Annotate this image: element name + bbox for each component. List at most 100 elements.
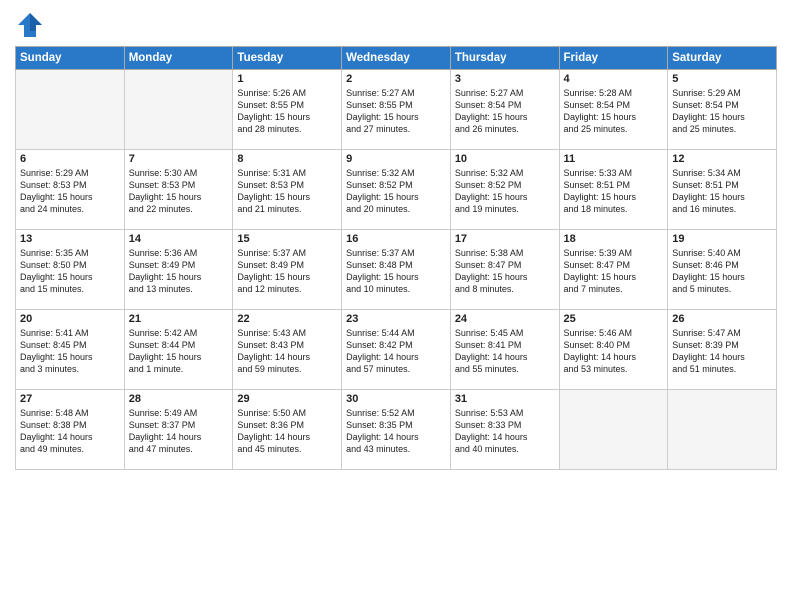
header-wednesday: Wednesday	[342, 47, 451, 70]
cell-info: Sunrise: 5:32 AM Sunset: 8:52 PM Dayligh…	[455, 167, 555, 216]
header-sunday: Sunday	[16, 47, 125, 70]
cell-info: Sunrise: 5:29 AM Sunset: 8:54 PM Dayligh…	[672, 87, 772, 136]
calendar-header-row: SundayMondayTuesdayWednesdayThursdayFrid…	[16, 47, 777, 70]
calendar-cell: 10Sunrise: 5:32 AM Sunset: 8:52 PM Dayli…	[450, 150, 559, 230]
calendar-cell: 22Sunrise: 5:43 AM Sunset: 8:43 PM Dayli…	[233, 310, 342, 390]
day-number: 29	[237, 393, 337, 405]
cell-info: Sunrise: 5:40 AM Sunset: 8:46 PM Dayligh…	[672, 247, 772, 296]
day-number: 27	[20, 393, 120, 405]
day-number: 26	[672, 313, 772, 325]
calendar-week-4: 27 Sunrise: 5:48 AM Sunset: 8:38 PM Dayli…	[16, 390, 777, 470]
cell-info: Sunrise: 5:41 AM Sunset: 8:45 PM Dayligh…	[20, 327, 120, 376]
calendar-cell: 12 Sunrise: 5:34 AM Sunset: 8:51 PM Dayli…	[668, 150, 777, 230]
calendar-week-3: 20 Sunrise: 5:41 AM Sunset: 8:45 PM Dayli…	[16, 310, 777, 390]
cell-info: Sunrise: 5:35 AM Sunset: 8:50 PM Dayligh…	[20, 247, 120, 296]
day-number: 1	[237, 73, 337, 85]
cell-info: Sunrise: 5:50 AM Sunset: 8:36 PM Dayligh…	[237, 407, 337, 456]
cell-info: Sunrise: 5:46 AM Sunset: 8:40 PM Dayligh…	[564, 327, 664, 376]
cell-info: Sunrise: 5:48 AM Sunset: 8:38 PM Dayligh…	[20, 407, 120, 456]
calendar-cell: 29 Sunrise: 5:50 AM Sunset: 8:36 PM Dayli…	[233, 390, 342, 470]
cell-info: Sunrise: 5:33 AM Sunset: 8:51 PM Dayligh…	[564, 167, 664, 216]
day-number: 17	[455, 233, 555, 245]
calendar-cell: 21 Sunrise: 5:42 AM Sunset: 8:44 PM Dayli…	[124, 310, 233, 390]
day-number: 9	[346, 153, 446, 165]
calendar-cell: 15 Sunrise: 5:37 AM Sunset: 8:49 PM Dayli…	[233, 230, 342, 310]
header-thursday: Thursday	[450, 47, 559, 70]
cell-info: Sunrise: 5:53 AM Sunset: 8:33 PM Dayligh…	[455, 407, 555, 456]
page-container: SundayMondayTuesdayWednesdayThursdayFrid…	[0, 0, 792, 480]
calendar-cell: 23 Sunrise: 5:44 AM Sunset: 8:42 PM Dayli…	[342, 310, 451, 390]
day-number: 6	[20, 153, 120, 165]
calendar-cell: 6 Sunrise: 5:29 AM Sunset: 8:53 PM Daylig…	[16, 150, 125, 230]
cell-info: Sunrise: 5:44 AM Sunset: 8:42 PM Dayligh…	[346, 327, 446, 376]
calendar-cell: 7 Sunrise: 5:30 AM Sunset: 8:53 PM Daylig…	[124, 150, 233, 230]
cell-info: Sunrise: 5:37 AM Sunset: 8:48 PM Dayligh…	[346, 247, 446, 296]
logo	[15, 10, 49, 40]
cell-info: Sunrise: 5:30 AM Sunset: 8:53 PM Dayligh…	[129, 167, 229, 216]
day-number: 5	[672, 73, 772, 85]
cell-info: Sunrise: 5:27 AM Sunset: 8:54 PM Dayligh…	[455, 87, 555, 136]
cell-info: Sunrise: 5:39 AM Sunset: 8:47 PM Dayligh…	[564, 247, 664, 296]
calendar-cell: 2Sunrise: 5:27 AM Sunset: 8:55 PM Daylig…	[342, 70, 451, 150]
cell-info: Sunrise: 5:42 AM Sunset: 8:44 PM Dayligh…	[129, 327, 229, 376]
day-number: 3	[455, 73, 555, 85]
calendar-cell	[559, 390, 668, 470]
header	[15, 10, 777, 40]
day-number: 23	[346, 313, 446, 325]
header-tuesday: Tuesday	[233, 47, 342, 70]
calendar-cell	[124, 70, 233, 150]
day-number: 18	[564, 233, 664, 245]
header-saturday: Saturday	[668, 47, 777, 70]
day-number: 2	[346, 73, 446, 85]
calendar-week-1: 6 Sunrise: 5:29 AM Sunset: 8:53 PM Daylig…	[16, 150, 777, 230]
cell-info: Sunrise: 5:37 AM Sunset: 8:49 PM Dayligh…	[237, 247, 337, 296]
day-number: 16	[346, 233, 446, 245]
calendar-cell	[16, 70, 125, 150]
calendar-cell: 13Sunrise: 5:35 AM Sunset: 8:50 PM Dayli…	[16, 230, 125, 310]
calendar-cell: 8Sunrise: 5:31 AM Sunset: 8:53 PM Daylig…	[233, 150, 342, 230]
cell-info: Sunrise: 5:31 AM Sunset: 8:53 PM Dayligh…	[237, 167, 337, 216]
calendar-week-0: 1 Sunrise: 5:26 AM Sunset: 8:55 PM Daylig…	[16, 70, 777, 150]
calendar-table: SundayMondayTuesdayWednesdayThursdayFrid…	[15, 46, 777, 470]
day-number: 19	[672, 233, 772, 245]
calendar-cell: 11 Sunrise: 5:33 AM Sunset: 8:51 PM Dayli…	[559, 150, 668, 230]
day-number: 12	[672, 153, 772, 165]
cell-info: Sunrise: 5:29 AM Sunset: 8:53 PM Dayligh…	[20, 167, 120, 216]
cell-info: Sunrise: 5:52 AM Sunset: 8:35 PM Dayligh…	[346, 407, 446, 456]
cell-info: Sunrise: 5:32 AM Sunset: 8:52 PM Dayligh…	[346, 167, 446, 216]
day-number: 7	[129, 153, 229, 165]
calendar-cell: 27 Sunrise: 5:48 AM Sunset: 8:38 PM Dayli…	[16, 390, 125, 470]
day-number: 11	[564, 153, 664, 165]
header-friday: Friday	[559, 47, 668, 70]
day-number: 21	[129, 313, 229, 325]
calendar-cell	[668, 390, 777, 470]
day-number: 14	[129, 233, 229, 245]
cell-info: Sunrise: 5:49 AM Sunset: 8:37 PM Dayligh…	[129, 407, 229, 456]
calendar-cell: 5 Sunrise: 5:29 AM Sunset: 8:54 PM Daylig…	[668, 70, 777, 150]
calendar-cell: 3 Sunrise: 5:27 AM Sunset: 8:54 PM Daylig…	[450, 70, 559, 150]
cell-info: Sunrise: 5:28 AM Sunset: 8:54 PM Dayligh…	[564, 87, 664, 136]
day-number: 20	[20, 313, 120, 325]
cell-info: Sunrise: 5:34 AM Sunset: 8:51 PM Dayligh…	[672, 167, 772, 216]
day-number: 30	[346, 393, 446, 405]
logo-icon	[15, 10, 45, 40]
cell-info: Sunrise: 5:38 AM Sunset: 8:47 PM Dayligh…	[455, 247, 555, 296]
calendar-cell: 16 Sunrise: 5:37 AM Sunset: 8:48 PM Dayli…	[342, 230, 451, 310]
calendar-cell: 17 Sunrise: 5:38 AM Sunset: 8:47 PM Dayli…	[450, 230, 559, 310]
calendar-cell: 31 Sunrise: 5:53 AM Sunset: 8:33 PM Dayli…	[450, 390, 559, 470]
calendar-cell: 25 Sunrise: 5:46 AM Sunset: 8:40 PM Dayli…	[559, 310, 668, 390]
day-number: 31	[455, 393, 555, 405]
day-number: 15	[237, 233, 337, 245]
cell-info: Sunrise: 5:26 AM Sunset: 8:55 PM Dayligh…	[237, 87, 337, 136]
day-number: 22	[237, 313, 337, 325]
cell-info: Sunrise: 5:45 AM Sunset: 8:41 PM Dayligh…	[455, 327, 555, 376]
day-number: 24	[455, 313, 555, 325]
cell-info: Sunrise: 5:47 AM Sunset: 8:39 PM Dayligh…	[672, 327, 772, 376]
day-number: 25	[564, 313, 664, 325]
calendar-cell: 19 Sunrise: 5:40 AM Sunset: 8:46 PM Dayli…	[668, 230, 777, 310]
day-number: 28	[129, 393, 229, 405]
calendar-cell: 1 Sunrise: 5:26 AM Sunset: 8:55 PM Daylig…	[233, 70, 342, 150]
calendar-cell: 18 Sunrise: 5:39 AM Sunset: 8:47 PM Dayli…	[559, 230, 668, 310]
day-number: 4	[564, 73, 664, 85]
calendar-cell: 26 Sunrise: 5:47 AM Sunset: 8:39 PM Dayli…	[668, 310, 777, 390]
